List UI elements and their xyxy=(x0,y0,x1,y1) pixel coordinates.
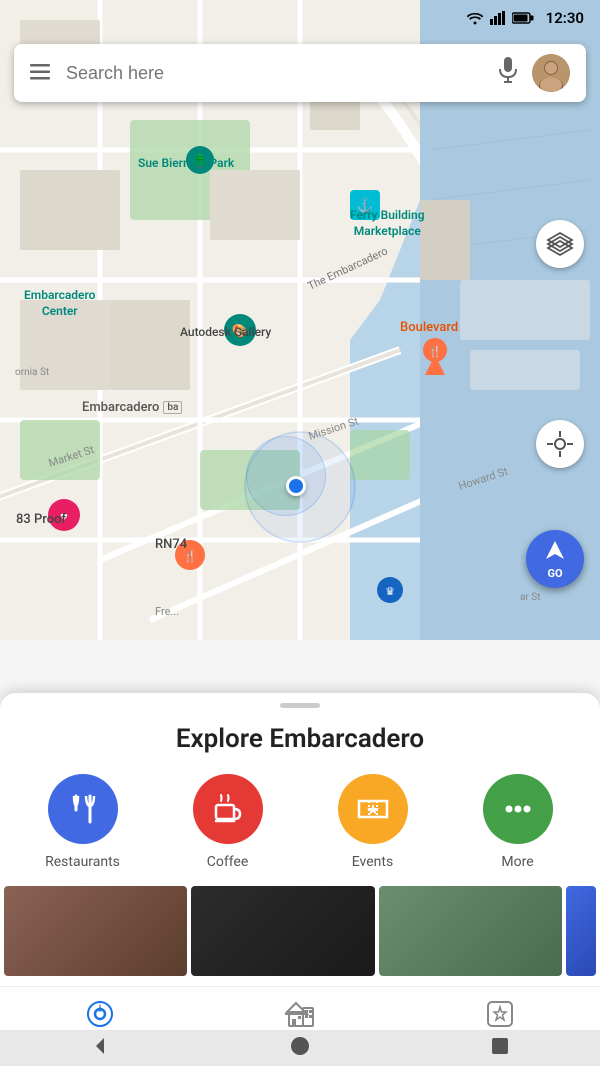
explore-title: Explore Embarcadero xyxy=(0,724,600,754)
photo-thumb-3[interactable] xyxy=(379,886,562,976)
recents-button[interactable] xyxy=(490,1036,510,1060)
search-bar[interactable] xyxy=(14,44,586,102)
status-time: 12:30 xyxy=(546,9,584,27)
go-arrow-icon xyxy=(544,539,566,566)
photo-thumb-1[interactable] xyxy=(4,886,187,976)
restaurants-label: Restaurants xyxy=(45,854,120,870)
status-icons: 12:30 xyxy=(466,9,584,27)
coffee-label: Coffee xyxy=(207,854,249,870)
user-location-dot xyxy=(286,476,306,496)
my-location-button[interactable] xyxy=(536,420,584,468)
svg-text:ar St: ar St xyxy=(520,592,541,603)
category-more[interactable]: More xyxy=(478,774,558,870)
svg-text:⚓: ⚓ xyxy=(356,197,373,214)
hamburger-menu-icon[interactable] xyxy=(30,61,50,85)
svg-text:🎨: 🎨 xyxy=(232,322,248,339)
search-input[interactable] xyxy=(66,63,498,84)
svg-text:🍴: 🍴 xyxy=(428,345,442,358)
photo-preview-row xyxy=(0,886,600,976)
location-accuracy-ring xyxy=(246,436,326,516)
coffee-icon xyxy=(193,774,263,844)
restaurants-icon xyxy=(48,774,118,844)
svg-text:🌲: 🌲 xyxy=(191,152,208,169)
category-events[interactable]: Events xyxy=(333,774,413,870)
photo-thumb-2[interactable] xyxy=(191,886,374,976)
svg-text:Fre...: Fre... xyxy=(155,605,179,618)
home-button[interactable] xyxy=(289,1035,311,1061)
category-coffee[interactable]: Coffee xyxy=(188,774,268,870)
go-button-label: GO xyxy=(547,567,562,580)
photo-thumb-4[interactable] xyxy=(566,886,596,976)
go-navigation-button[interactable]: GO xyxy=(526,530,584,588)
microphone-icon[interactable] xyxy=(498,57,518,89)
more-icon xyxy=(483,774,553,844)
battery-icon xyxy=(512,12,534,24)
svg-text:🍴: 🍴 xyxy=(183,550,197,563)
user-avatar[interactable] xyxy=(532,54,570,92)
events-icon xyxy=(338,774,408,844)
map-layers-button[interactable] xyxy=(536,220,584,268)
events-label: Events xyxy=(352,854,393,870)
category-grid: Restaurants Coffee xyxy=(0,774,600,870)
svg-text:♛: ♛ xyxy=(385,585,395,598)
sheet-handle xyxy=(280,703,320,708)
signal-icon xyxy=(490,11,506,25)
more-label: More xyxy=(501,854,533,870)
explore-bottom-sheet: Explore Embarcadero Restaurants xyxy=(0,693,600,986)
status-bar: 12:30 xyxy=(0,0,600,36)
svg-text:ornia St: ornia St xyxy=(15,367,49,378)
svg-text:♥: ♥ xyxy=(60,510,68,525)
back-button[interactable] xyxy=(90,1036,110,1060)
wifi-icon xyxy=(466,11,484,25)
system-nav-bar xyxy=(0,1030,600,1066)
category-restaurants[interactable]: Restaurants xyxy=(43,774,123,870)
